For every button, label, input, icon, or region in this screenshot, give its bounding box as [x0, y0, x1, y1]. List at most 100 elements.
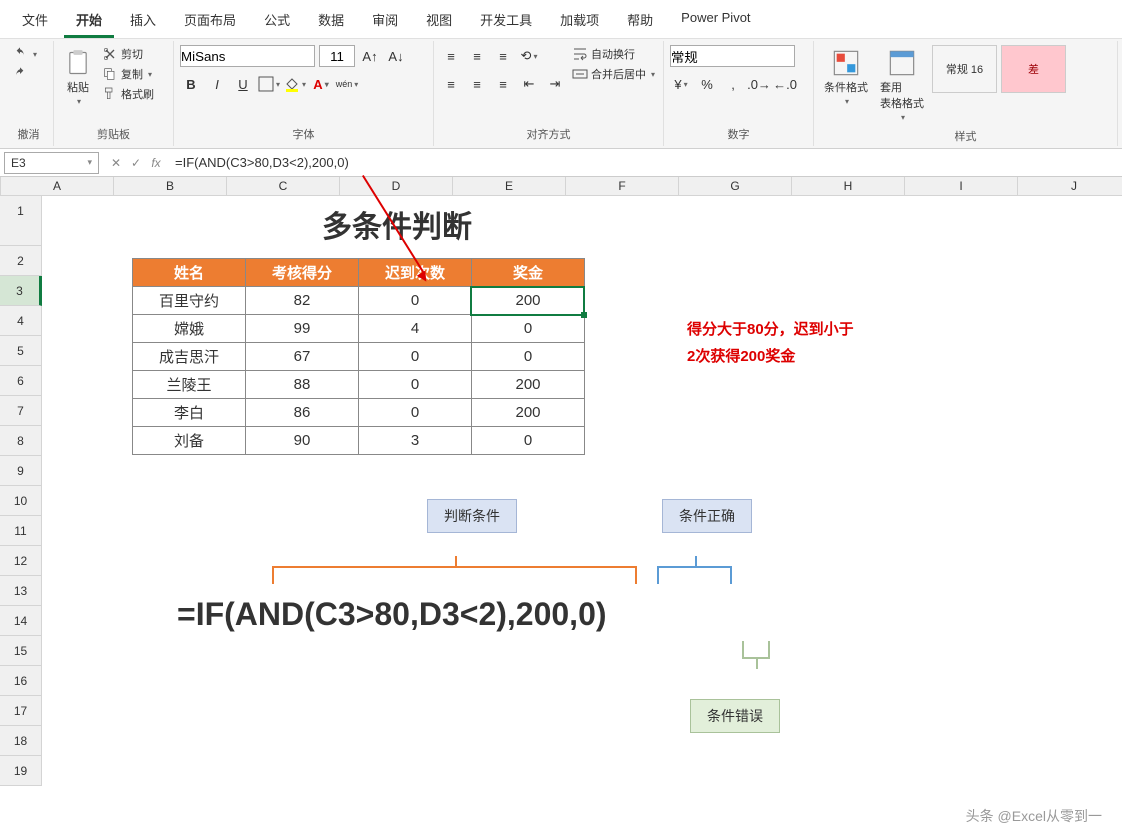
- conditional-format-button[interactable]: 条件格式: [820, 45, 872, 110]
- cell[interactable]: 200: [472, 371, 585, 399]
- dec-decimal-icon[interactable]: ←.0: [774, 73, 796, 95]
- align-right-icon[interactable]: ≡: [492, 73, 514, 95]
- row-header-12[interactable]: 12: [0, 546, 42, 576]
- cell[interactable]: 3: [359, 427, 472, 455]
- col-header-C[interactable]: C: [227, 177, 340, 196]
- font-color-button[interactable]: A: [310, 73, 332, 95]
- tab-formulas[interactable]: 公式: [252, 4, 302, 38]
- cancel-formula-icon[interactable]: ✕: [107, 156, 125, 170]
- increase-font-icon[interactable]: A↑: [359, 45, 381, 67]
- row-header-19[interactable]: 19: [0, 756, 42, 786]
- sheet-canvas[interactable]: 多条件判断 姓名 考核得分 迟到次数 奖金 百里守约820200嫦娥9940成吉…: [42, 196, 1122, 836]
- col-header-E[interactable]: E: [453, 177, 566, 196]
- row-header-9[interactable]: 9: [0, 456, 42, 486]
- bold-button[interactable]: B: [180, 73, 202, 95]
- cell[interactable]: 0: [472, 315, 585, 343]
- cell[interactable]: 0: [472, 343, 585, 371]
- tab-powerpivot[interactable]: Power Pivot: [669, 4, 762, 38]
- cell[interactable]: 0: [359, 371, 472, 399]
- row-header-16[interactable]: 16: [0, 666, 42, 696]
- redo-button[interactable]: [10, 65, 39, 83]
- row-header-3[interactable]: 3: [0, 276, 42, 306]
- formula-input[interactable]: =IF(AND(C3>80,D3<2),200,0): [169, 153, 1122, 172]
- number-format-select[interactable]: [670, 45, 795, 67]
- col-header-D[interactable]: D: [340, 177, 453, 196]
- font-size-select[interactable]: [319, 45, 355, 67]
- percent-icon[interactable]: %: [696, 73, 718, 95]
- name-box[interactable]: E3▾: [4, 152, 99, 174]
- row-header-14[interactable]: 14: [0, 606, 42, 636]
- tab-review[interactable]: 审阅: [360, 4, 410, 38]
- align-bot-icon[interactable]: ≡: [492, 45, 514, 67]
- col-header-A[interactable]: A: [1, 177, 114, 196]
- cell[interactable]: 嫦娥: [133, 315, 246, 343]
- row-header-8[interactable]: 8: [0, 426, 42, 456]
- phonetic-button[interactable]: wén: [336, 73, 358, 95]
- cell[interactable]: 兰陵王: [133, 371, 246, 399]
- cell[interactable]: 0: [359, 399, 472, 427]
- cell[interactable]: 成吉思汗: [133, 343, 246, 371]
- spreadsheet-grid[interactable]: ABCDEFGHIJ 12345678910111213141516171819…: [0, 177, 1122, 836]
- orientation-icon[interactable]: ⟲: [518, 45, 540, 67]
- cell[interactable]: 86: [246, 399, 359, 427]
- style-chip-normal[interactable]: 常规 16: [932, 45, 997, 93]
- row-header-5[interactable]: 5: [0, 336, 42, 366]
- cell[interactable]: 百里守约: [133, 287, 246, 315]
- table-format-button[interactable]: 套用 表格格式: [876, 45, 928, 126]
- paste-button[interactable]: 粘贴: [60, 45, 96, 110]
- cell[interactable]: 0: [472, 427, 585, 455]
- row-header-11[interactable]: 11: [0, 516, 42, 546]
- align-center-icon[interactable]: ≡: [466, 73, 488, 95]
- tab-help[interactable]: 帮助: [615, 4, 665, 38]
- font-name-select[interactable]: [180, 45, 315, 67]
- tab-addins[interactable]: 加载项: [548, 4, 611, 38]
- format-painter-button[interactable]: 格式刷: [100, 85, 156, 103]
- row-header-13[interactable]: 13: [0, 576, 42, 606]
- cell[interactable]: 200: [472, 287, 585, 315]
- col-header-H[interactable]: H: [792, 177, 905, 196]
- underline-button[interactable]: U: [232, 73, 254, 95]
- row-header-7[interactable]: 7: [0, 396, 42, 426]
- cell[interactable]: 4: [359, 315, 472, 343]
- cell[interactable]: 0: [359, 287, 472, 315]
- accept-formula-icon[interactable]: ✓: [127, 156, 145, 170]
- col-header-G[interactable]: G: [679, 177, 792, 196]
- cell[interactable]: 李白: [133, 399, 246, 427]
- row-header-1[interactable]: 1: [0, 196, 42, 246]
- italic-button[interactable]: I: [206, 73, 228, 95]
- currency-icon[interactable]: ¥: [670, 73, 692, 95]
- cut-button[interactable]: 剪切: [100, 45, 156, 63]
- cell[interactable]: 99: [246, 315, 359, 343]
- merge-button[interactable]: 合并后居中: [570, 65, 657, 83]
- fx-icon[interactable]: fx: [147, 156, 165, 170]
- row-header-15[interactable]: 15: [0, 636, 42, 666]
- cell[interactable]: 67: [246, 343, 359, 371]
- tab-view[interactable]: 视图: [414, 4, 464, 38]
- cell[interactable]: 200: [472, 399, 585, 427]
- cell[interactable]: 0: [359, 343, 472, 371]
- row-header-10[interactable]: 10: [0, 486, 42, 516]
- decrease-font-icon[interactable]: A↓: [385, 45, 407, 67]
- border-button[interactable]: [258, 73, 280, 95]
- row-header-6[interactable]: 6: [0, 366, 42, 396]
- fill-color-button[interactable]: [284, 73, 306, 95]
- row-header-4[interactable]: 4: [0, 306, 42, 336]
- indent-dec-icon[interactable]: ⇤: [518, 73, 540, 95]
- row-header-18[interactable]: 18: [0, 726, 42, 756]
- inc-decimal-icon[interactable]: .0→: [748, 73, 770, 95]
- tab-dev[interactable]: 开发工具: [468, 4, 544, 38]
- align-left-icon[interactable]: ≡: [440, 73, 462, 95]
- cell[interactable]: 82: [246, 287, 359, 315]
- row-header-17[interactable]: 17: [0, 696, 42, 726]
- tab-data[interactable]: 数据: [306, 4, 356, 38]
- row-header-2[interactable]: 2: [0, 246, 42, 276]
- col-header-B[interactable]: B: [114, 177, 227, 196]
- tab-insert[interactable]: 插入: [118, 4, 168, 38]
- col-header-F[interactable]: F: [566, 177, 679, 196]
- cell[interactable]: 90: [246, 427, 359, 455]
- col-header-J[interactable]: J: [1018, 177, 1122, 196]
- style-chip-bad[interactable]: 差: [1001, 45, 1066, 93]
- col-header-I[interactable]: I: [905, 177, 1018, 196]
- align-top-icon[interactable]: ≡: [440, 45, 462, 67]
- undo-button[interactable]: [10, 45, 39, 63]
